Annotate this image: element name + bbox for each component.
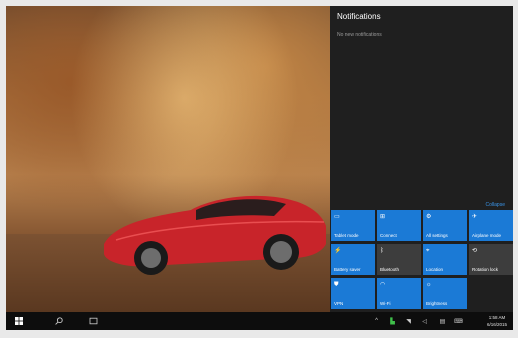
location-icon: ⌖ <box>426 248 430 254</box>
desktop-wallpaper <box>6 6 330 312</box>
quick-action-label: VPN <box>334 301 344 306</box>
action-center-icon: ▤ <box>439 318 446 325</box>
system-clock[interactable]: 1:58 AM 6/16/2015 <box>484 314 510 328</box>
quick-action-label: Rotation lock <box>472 267 499 272</box>
green-app-icon: ▙ <box>390 318 395 325</box>
keyboard-button[interactable]: ⌨ <box>452 312 465 330</box>
taskbar: ^ ▙ ◥ ◁ ▤ ⌨ 1:58 AM 6/16/2015 <box>6 312 513 330</box>
task-view-button[interactable] <box>84 312 102 330</box>
show-hidden-icons-button[interactable]: ^ <box>370 312 383 330</box>
volume-icon: ◁ <box>422 318 427 325</box>
quick-actions-grid: ▭ Tablet mode ⊞ Connect ⚙ All settings ✈… <box>331 210 513 309</box>
network-button[interactable]: ◥ <box>402 312 415 330</box>
tablet-screen: Notifications No new notifications Colla… <box>6 6 513 330</box>
quick-action-location[interactable]: ⌖ Location <box>423 244 467 275</box>
volume-button[interactable]: ◁ <box>418 312 431 330</box>
quick-action-label: Connect <box>380 233 397 238</box>
rotation-lock-icon: ⟲ <box>472 248 478 254</box>
start-button[interactable] <box>10 312 28 330</box>
quick-action-bluetooth[interactable]: ᛒ Bluetooth <box>377 244 421 275</box>
quick-action-tablet-mode[interactable]: ▭ Tablet mode <box>331 210 375 241</box>
quick-action-connect[interactable]: ⊞ Connect <box>377 210 421 241</box>
quick-action-label: Tablet mode <box>334 233 359 238</box>
quick-action-brightness[interactable]: ☼ Brightness <box>423 278 467 309</box>
airplane-icon: ✈ <box>472 214 478 220</box>
quick-action-label: Battery saver <box>334 267 361 272</box>
network-icon: ◥ <box>406 318 411 325</box>
quick-action-label: Wi-Fi <box>380 301 391 306</box>
notifications-button[interactable]: ▤ <box>436 312 449 330</box>
action-center-panel: Notifications No new notifications Colla… <box>330 6 513 312</box>
quick-action-label: Bluetooth <box>380 267 400 272</box>
clock-time: 1:58 AM <box>488 315 506 320</box>
no-notifications-text: No new notifications <box>337 32 382 38</box>
notifications-title: Notifications <box>337 12 381 21</box>
quick-action-airplane-mode[interactable]: ✈ Airplane mode <box>469 210 513 241</box>
clock-date: 6/16/2015 <box>486 322 508 327</box>
tablet-mode-icon: ▭ <box>334 214 340 220</box>
quick-action-label: Brightness <box>426 301 448 306</box>
wifi-icon: ◠ <box>380 282 386 288</box>
red-sports-car-image <box>104 195 326 275</box>
search-button[interactable] <box>50 312 68 330</box>
connect-icon: ⊞ <box>380 214 386 220</box>
brightness-icon: ☼ <box>426 282 432 288</box>
collapse-link[interactable]: Collapse <box>486 202 505 208</box>
quick-action-rotation-lock[interactable]: ⟲ Rotation lock <box>469 244 513 275</box>
gear-icon: ⚙ <box>426 214 432 220</box>
quick-action-all-settings[interactable]: ⚙ All settings <box>423 210 467 241</box>
quick-action-label: Airplane mode <box>472 233 502 238</box>
battery-saver-icon: ⚡ <box>334 248 342 254</box>
keyboard-icon: ⌨ <box>454 318 463 325</box>
quick-action-battery-saver[interactable]: ⚡ Battery saver <box>331 244 375 275</box>
task-view-icon <box>89 317 97 325</box>
windows-logo-icon <box>15 317 23 325</box>
quick-action-label: All settings <box>426 233 448 238</box>
quick-action-vpn[interactable]: ⛊ VPN <box>331 278 375 309</box>
empty-tile-slot <box>469 278 513 309</box>
search-icon <box>55 317 63 325</box>
bluetooth-icon: ᛒ <box>380 248 384 254</box>
tray-app-icon[interactable]: ▙ <box>386 312 399 330</box>
vpn-icon: ⛊ <box>334 282 339 288</box>
quick-action-label: Location <box>426 267 444 272</box>
quick-action-wifi[interactable]: ◠ Wi-Fi <box>377 278 421 309</box>
chevron-up-icon: ^ <box>375 318 378 324</box>
